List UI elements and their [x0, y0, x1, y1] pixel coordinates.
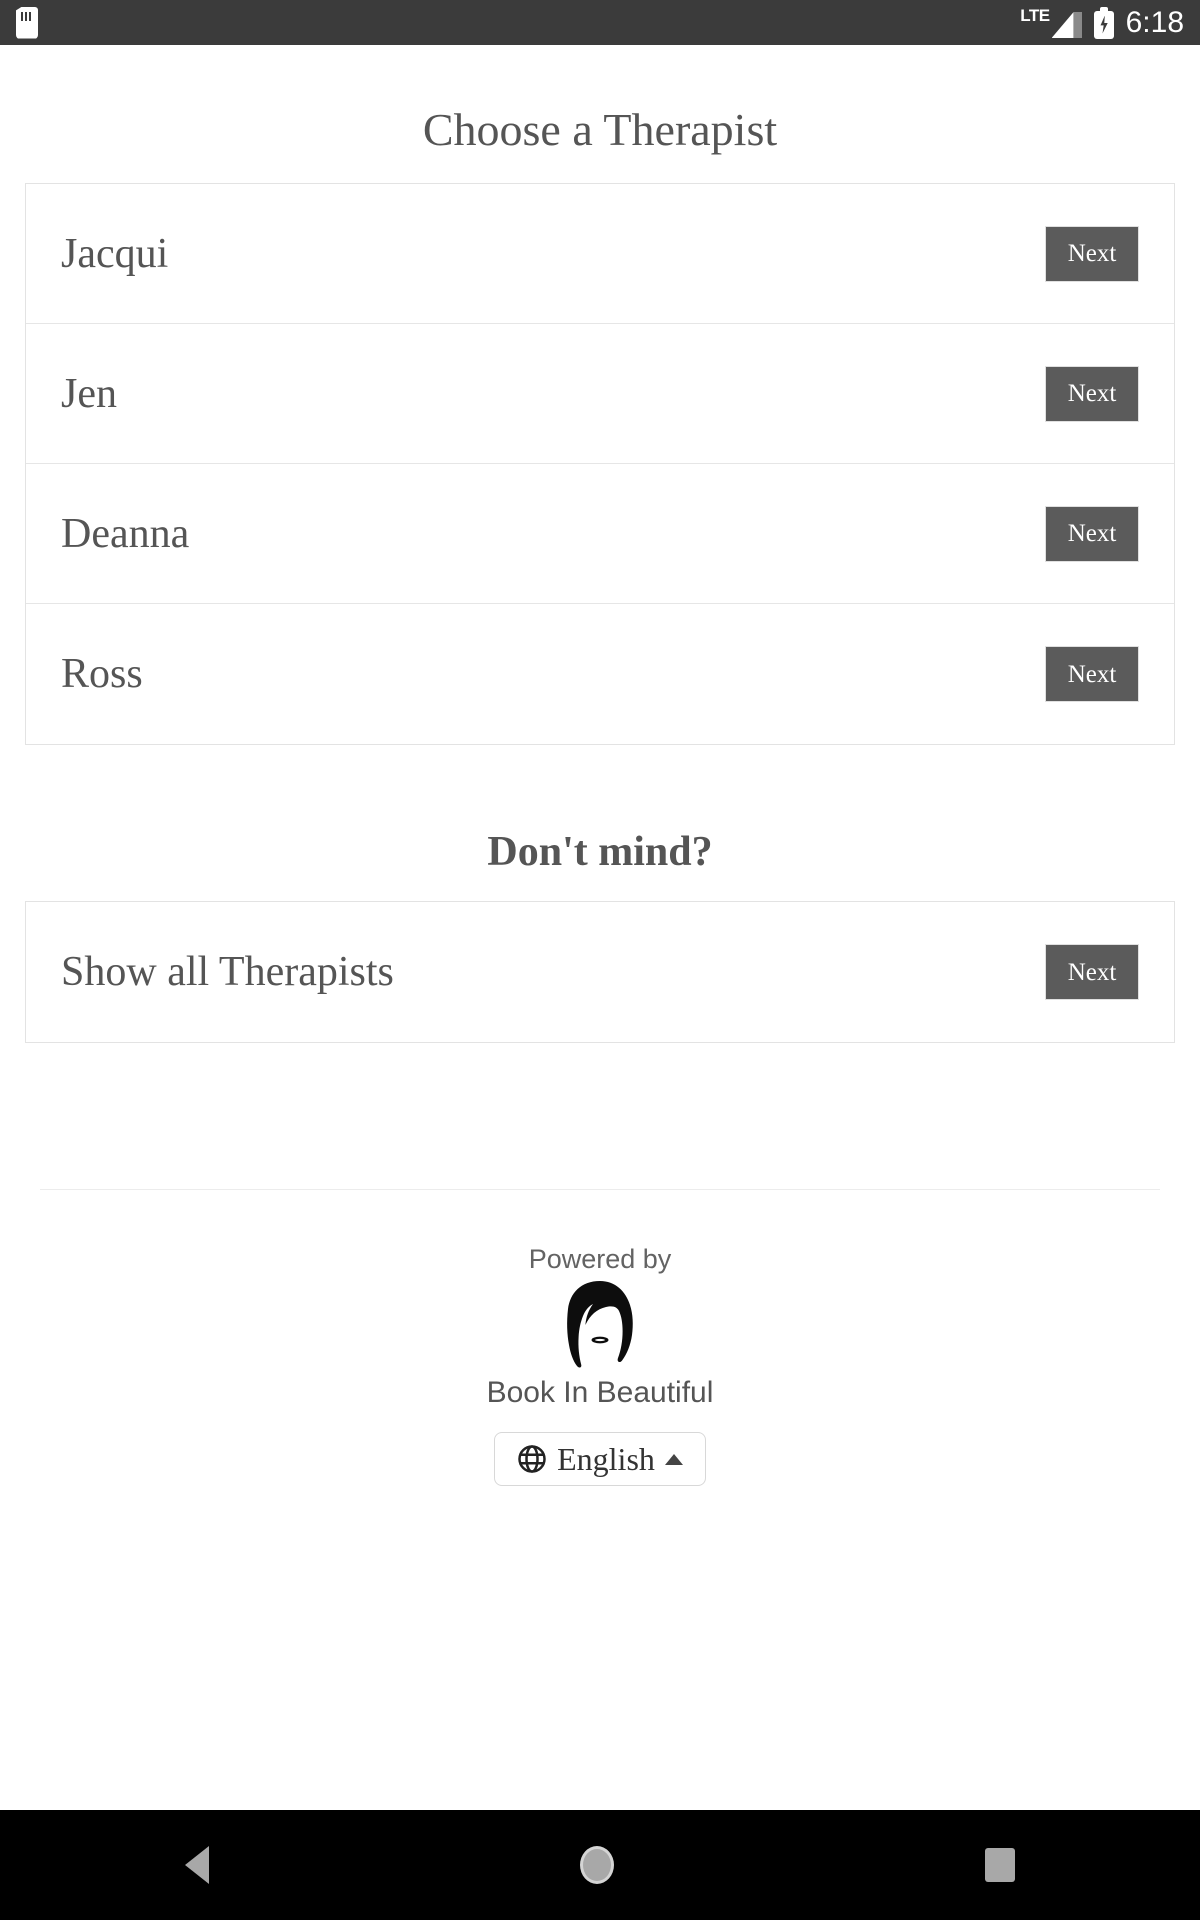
- therapist-name: Ross: [61, 651, 143, 697]
- status-bar-left: [16, 6, 38, 39]
- home-icon[interactable]: [579, 1846, 614, 1884]
- dont-mind-heading: Don't mind?: [487, 829, 713, 875]
- status-bar-clock: 6:18: [1125, 5, 1184, 39]
- next-button[interactable]: Next: [1045, 646, 1139, 702]
- android-nav-bar: [0, 1810, 1200, 1920]
- next-button[interactable]: Next: [1045, 505, 1139, 562]
- page-content: Choose a Therapist Jacqui Next Jen Next …: [0, 45, 1200, 1810]
- brand-name: Book In Beautiful: [486, 1376, 714, 1409]
- show-all-next-button[interactable]: Next: [1045, 944, 1139, 1000]
- page-title: Choose a Therapist: [422, 104, 778, 155]
- signal-strength-icon: [1051, 8, 1082, 38]
- sdcard-icon: [16, 6, 38, 39]
- therapist-name: Deanna: [61, 510, 190, 557]
- table-row[interactable]: Jacqui Next: [26, 184, 1174, 324]
- show-all-label: Show all Therapists: [61, 949, 394, 995]
- table-row[interactable]: Deanna Next: [26, 464, 1174, 604]
- footer: Powered by Book In Beautiful English: [0, 1246, 1200, 1486]
- signal-bars-icon: LTE: [1020, 6, 1082, 38]
- table-row[interactable]: Ross Next: [26, 604, 1174, 744]
- therapist-name: Jen: [61, 370, 117, 417]
- show-all-card: Show all Therapists Next: [25, 901, 1175, 1043]
- globe-icon: [518, 1445, 546, 1473]
- show-all-row[interactable]: Show all Therapists Next: [26, 902, 1174, 1042]
- language-selector[interactable]: English: [494, 1432, 706, 1486]
- powered-by-label: Powered by: [528, 1244, 672, 1274]
- battery-charging-icon: [1093, 6, 1114, 39]
- next-button[interactable]: Next: [1045, 365, 1139, 422]
- network-type-label: LTE: [1020, 6, 1050, 25]
- next-button[interactable]: Next: [1045, 225, 1139, 282]
- therapist-name: Jacqui: [61, 230, 169, 277]
- table-row[interactable]: Jen Next: [26, 324, 1174, 464]
- status-bar: LTE 6:18: [0, 0, 1200, 45]
- language-label: English: [557, 1441, 655, 1477]
- therapist-list-card: Jacqui Next Jen Next Deanna Next Ross Ne…: [25, 183, 1175, 745]
- caret-up-icon: [664, 1453, 683, 1465]
- woman-silhouette-logo: [557, 1279, 643, 1374]
- footer-divider: [40, 1189, 1160, 1190]
- status-bar-right: LTE 6:18: [1020, 5, 1184, 39]
- recents-icon[interactable]: [984, 1848, 1015, 1882]
- back-icon[interactable]: [185, 1846, 210, 1884]
